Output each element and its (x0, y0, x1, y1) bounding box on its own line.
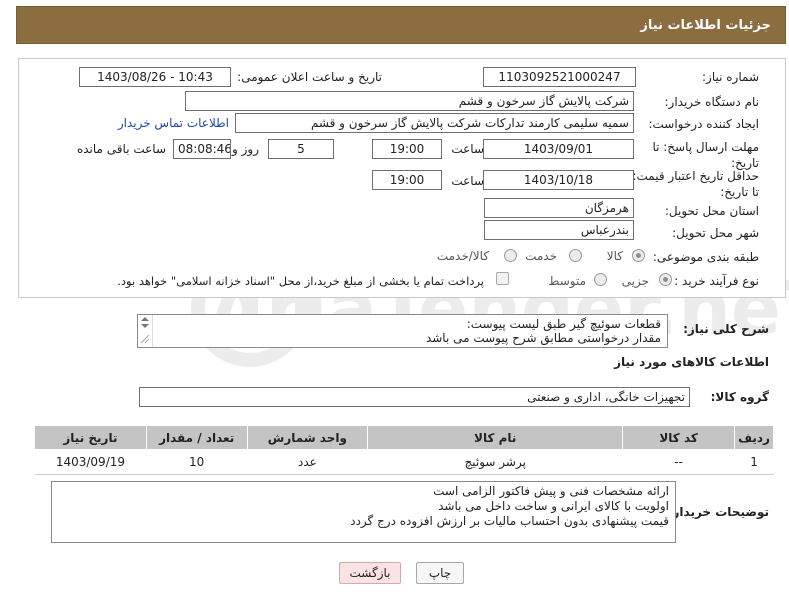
col-name-header: نام کالا (367, 425, 624, 450)
category-label: طبقه بندی موضوعی: (652, 250, 759, 264)
col-date-header: تاریخ نیاز (34, 425, 147, 450)
remaining-time-label: ساعت باقی مانده (76, 142, 166, 156)
goods-group-field[interactable]: تجهیزات خانگی، اداری و صنعتی (139, 387, 690, 407)
treasury-payment-note: پرداخت تمام یا بخشی از مبلغ خرید،از محل … (117, 274, 484, 288)
buyer-note-line: ارائه مشخصات فنی و پیش فاکتور الزامی است (433, 484, 669, 498)
row-code: -- (622, 449, 735, 475)
row-date: 1403/09/19 (34, 449, 147, 475)
col-unit-header: واحد شمارش (246, 425, 369, 450)
row-unit: عدد (247, 449, 368, 475)
province-field[interactable]: هرمزگان (484, 198, 634, 218)
category-goods-service-radio[interactable] (504, 249, 517, 262)
process-minor-label: جزیی (621, 274, 649, 288)
deadline-time-label: ساعت (451, 142, 484, 156)
description-scrollbar[interactable] (139, 315, 153, 347)
announce-datetime-field[interactable]: 1403/08/26 - 10:43 (79, 67, 231, 87)
goods-table-header: ردیف کد کالا نام کالا واحد شمارش تعداد /… (34, 425, 774, 450)
city-field[interactable]: بندرعباس (484, 220, 634, 240)
deadline-date-field[interactable]: 1403/09/01 (483, 139, 634, 159)
category-service-radio[interactable] (569, 249, 582, 262)
buyer-org-field[interactable]: شرکت پالایش گاز سرخون و قشم (185, 91, 634, 111)
buyer-notes-textarea[interactable]: ارائه مشخصات فنی و پیش فاکتور الزامی است… (51, 481, 676, 543)
need-number-field[interactable]: 1103092521000247 (483, 67, 636, 87)
col-index-header: ردیف (734, 425, 774, 450)
goods-section-title: اطلاعات کالاهای مورد نیاز (614, 355, 769, 369)
treasury-payment-checkbox[interactable] (496, 272, 509, 285)
price-validity-label: حداقل تاریخ اعتبار قیمت: تا تاریخ: (632, 169, 759, 199)
validity-time-field[interactable]: 19:00 (372, 170, 442, 190)
description-label: شرح کلی نیاز: (683, 322, 769, 336)
deadline-label: مهلت ارسال پاسخ: تا تاریخ: (652, 140, 759, 170)
category-goods-radio[interactable] (632, 249, 645, 262)
announce-datetime-label: تاریخ و ساعت اعلان عمومی: (237, 70, 382, 84)
days-label: روز و (232, 142, 259, 156)
process-type-label: نوع فرآیند خرید : (674, 274, 759, 288)
validity-date-field[interactable]: 1403/10/18 (483, 170, 634, 190)
scroll-arrows-icon (140, 317, 150, 344)
validity-time-label: ساعت (451, 174, 484, 188)
process-minor-radio[interactable] (659, 273, 672, 286)
back-button[interactable]: بازگشت (339, 562, 401, 584)
page-header: جزئیات اطلاعات نیاز (16, 6, 786, 44)
goods-table: ردیف کد کالا نام کالا واحد شمارش تعداد /… (34, 425, 774, 475)
category-goods-label: کالا (606, 249, 623, 263)
description-line: مقدار درخواستی مطابق شرح پیوست می باشد (425, 331, 661, 345)
description-line: قطعات سوئیچ گیر طبق لیست پیوست: (466, 317, 661, 331)
category-goods-service-label: کالا/خدمت (436, 249, 489, 263)
description-textarea[interactable]: قطعات سوئیچ گیر طبق لیست پیوست: مقدار در… (137, 314, 668, 348)
col-qty-header: تعداد / مقدار (145, 425, 248, 450)
creator-field[interactable]: سمیه سلیمی کارمند تدارکات شرکت پالایش گا… (235, 113, 634, 133)
creator-label: ایجاد کننده درخواست: (648, 117, 759, 131)
buyer-org-label: نام دستگاه خریدار: (664, 95, 760, 109)
buyer-note-line: قیمت پیشنهادی بدون احتساب مالیات بر ارزش… (350, 514, 669, 528)
buyer-notes-label: توضیحات خریدار: (667, 505, 769, 519)
deadline-time-field[interactable]: 19:00 (372, 139, 442, 159)
days-field[interactable]: 5 (268, 139, 334, 159)
goods-group-label: گروه کالا: (710, 390, 769, 404)
category-service-label: خدمت (525, 249, 557, 263)
buyer-contact-link[interactable]: اطلاعات تماس خریدار (118, 116, 229, 130)
page-title: جزئیات اطلاعات نیاز (640, 17, 771, 33)
print-button[interactable]: چاپ (416, 562, 464, 584)
row-qty: 10 (146, 449, 247, 475)
row-name: پرشر سوئیچ (367, 449, 623, 475)
remaining-time-field[interactable]: 08:08:46 (173, 139, 231, 159)
need-number-label: شماره نیاز: (702, 70, 759, 84)
table-row[interactable]: 1 -- پرشر سوئیچ عدد 10 1403/09/19 (34, 449, 774, 475)
buyer-note-line: اولویت با کالای ایرانی و ساخت داخل می با… (438, 499, 669, 513)
city-label: شهر محل تحویل: (672, 226, 759, 240)
province-label: استان محل تحویل: (664, 204, 759, 218)
col-code-header: کد کالا (622, 425, 736, 450)
process-medium-label: متوسط (548, 274, 586, 288)
process-medium-radio[interactable] (594, 273, 607, 286)
row-index: 1 (734, 449, 774, 475)
